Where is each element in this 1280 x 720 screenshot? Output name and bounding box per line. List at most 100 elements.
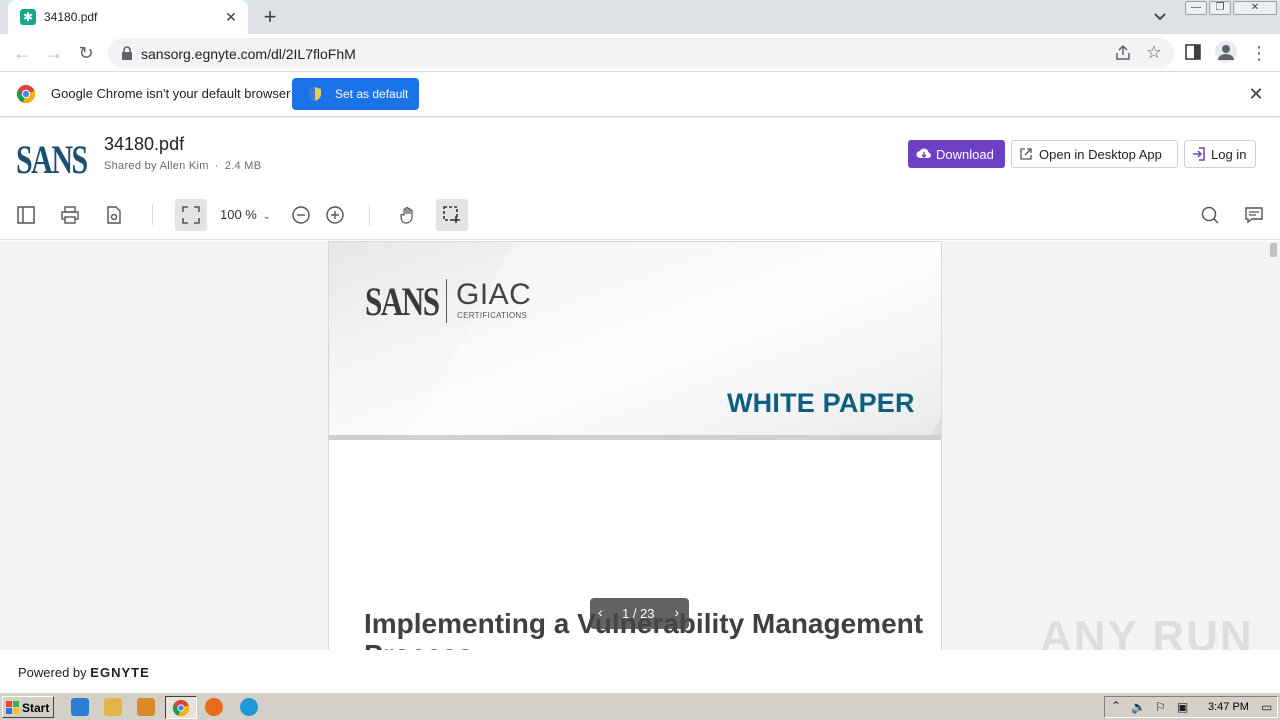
tab-strip: ✱ 34180.pdf ✕ + — ❐ ✕ (0, 0, 1280, 34)
share-icon[interactable] (1114, 44, 1132, 62)
scrollbar[interactable] (1266, 241, 1280, 650)
browser-toolbar: ← → ↻ sansorg.egnyte.com/dl/2IL7floFhM ☆… (0, 34, 1280, 72)
chrome-logo-icon (16, 85, 36, 104)
search-button[interactable] (1194, 199, 1226, 231)
viewer-toolbar: 100 % ⌄ (0, 194, 1280, 240)
giac-subtitle: CERTIFICATIONS (457, 311, 528, 320)
share-header: SANS 34180.pdf Shared by Allen Kim · 2.4 M… (0, 118, 1280, 194)
forward-button[interactable]: → (42, 41, 66, 65)
edge-icon[interactable] (240, 698, 258, 716)
print-icon (61, 206, 79, 224)
meta-separator: · (214, 160, 219, 172)
document-properties-button[interactable] (98, 199, 130, 231)
close-window-button[interactable]: ✕ (1233, 1, 1277, 15)
search-icon (1201, 206, 1219, 224)
url-text[interactable]: sansorg.egnyte.com/dl/2IL7floFhM (141, 46, 356, 62)
browser-tab[interactable]: ✱ 34180.pdf ✕ (8, 0, 248, 34)
hand-icon (400, 206, 413, 224)
zoom-level-dropdown[interactable]: 100 % ⌄ (220, 207, 271, 222)
tray-expand-icon[interactable]: ⌃ (1111, 699, 1121, 713)
comment-icon (1245, 207, 1263, 224)
previous-page-icon[interactable]: ‹ (598, 604, 603, 620)
log-in-label: Log in (1211, 147, 1247, 162)
open-in-desktop-app-button[interactable]: Open in Desktop App (1011, 140, 1178, 168)
side-panel-icon[interactable] (1184, 43, 1202, 61)
taskbar-clock[interactable]: 3:47 PM (1208, 701, 1249, 713)
select-area-button[interactable] (436, 199, 468, 231)
toolbar-divider (152, 205, 153, 225)
zoom-out-button[interactable] (285, 199, 317, 231)
network-icon[interactable]: ▣ (1177, 700, 1188, 714)
profile-avatar-icon[interactable] (1215, 41, 1237, 63)
system-tray: ⌃ 🔈 ⚐ ▣ ▭ (1104, 696, 1278, 718)
address-bar[interactable]: sansorg.egnyte.com/dl/2IL7floFhM ☆ (108, 38, 1174, 68)
powered-by: Powered by EGNYTE (18, 665, 150, 680)
sidebar-icon (17, 206, 35, 224)
infobar-message: Google Chrome isn't your default browser (51, 86, 291, 101)
firefox-icon[interactable] (205, 698, 223, 716)
zoom-in-icon (326, 206, 344, 224)
tab-close-icon[interactable]: ✕ (222, 8, 240, 26)
document-viewer[interactable]: SANS GIAC CERTIFICATIONS WHITE PAPER Imp… (0, 241, 1280, 650)
windows-taskbar: Start ⌃ 🔈 ⚐ ▣ ▭ 3:47 PM (0, 692, 1280, 720)
set-as-default-label: Set as default (335, 87, 409, 101)
set-as-default-button[interactable]: Set as default (292, 78, 419, 110)
fit-to-page-button[interactable] (175, 199, 207, 231)
action-center-flag-icon[interactable]: ⚐ (1155, 700, 1166, 714)
file-name: 34180.pdf (104, 134, 185, 154)
file-size: 2.4 MB (224, 160, 262, 172)
media-player-icon[interactable] (137, 698, 155, 716)
comments-button[interactable] (1238, 199, 1270, 231)
internet-explorer-icon[interactable] (71, 698, 89, 716)
uac-shield-icon (309, 87, 321, 101)
back-button[interactable]: ← (10, 41, 34, 65)
default-browser-infobar: Google Chrome isn't your default browser… (0, 72, 1280, 117)
login-icon (1193, 147, 1205, 161)
tab-title: 34180.pdf (44, 10, 98, 24)
zoom-in-button[interactable] (319, 199, 351, 231)
download-label: Download (936, 147, 994, 162)
chevron-down-icon: ⌄ (262, 211, 271, 222)
lock-icon[interactable] (120, 45, 134, 61)
egnyte-logo[interactable]: EGNYTE (90, 665, 149, 680)
show-desktop-icon[interactable]: ▭ (1261, 700, 1272, 714)
chrome-menu-icon[interactable]: ⋮ (1250, 41, 1268, 65)
file-explorer-icon[interactable] (104, 698, 122, 716)
volume-icon[interactable]: 🔈 (1131, 700, 1146, 714)
sans-wordmark: SANS (365, 279, 440, 324)
fit-page-icon (182, 206, 200, 224)
pan-tool-button[interactable] (392, 199, 424, 231)
shared-by-text: Shared by Allen Kim (104, 160, 209, 172)
download-button[interactable]: Download (908, 140, 1005, 168)
windows-flag-icon (6, 701, 19, 714)
sans-logo[interactable]: SANS (16, 136, 88, 183)
white-paper-label: WHITE PAPER (727, 388, 915, 418)
chrome-icon (172, 699, 190, 717)
powered-by-label: Powered by (18, 665, 87, 680)
document-settings-icon (107, 206, 121, 224)
start-button[interactable]: Start (2, 696, 54, 718)
print-button[interactable] (54, 199, 86, 231)
scrollbar-thumb[interactable] (1270, 243, 1277, 257)
restore-window-button[interactable]: ❐ (1209, 1, 1231, 15)
sidebar-toggle-button[interactable] (10, 199, 42, 231)
toolbar-divider (369, 205, 370, 225)
zoom-level-value: 100 % (220, 207, 257, 222)
bookmark-star-icon[interactable]: ☆ (1146, 42, 1162, 63)
banner-stripe (329, 435, 941, 440)
new-tab-button[interactable]: + (258, 5, 282, 29)
cover-banner: SANS GIAC CERTIFICATIONS WHITE PAPER (329, 242, 941, 440)
log-in-button[interactable]: Log in (1184, 140, 1256, 168)
external-link-icon (1020, 148, 1032, 160)
tab-search-chevron-icon[interactable] (1150, 8, 1170, 26)
next-page-icon[interactable]: › (674, 604, 679, 620)
zoom-out-icon (292, 206, 310, 224)
infobar-close-icon[interactable]: ✕ (1246, 84, 1266, 104)
footer: Powered by EGNYTE (0, 650, 1280, 692)
pdf-page[interactable]: SANS GIAC CERTIFICATIONS WHITE PAPER Imp… (328, 241, 942, 650)
page-navigator: ‹ 1 / 23 › (590, 598, 689, 629)
start-label: Start (22, 701, 50, 715)
chrome-taskbar-button[interactable] (165, 696, 197, 719)
reload-button[interactable]: ↻ (74, 41, 98, 65)
minimize-window-button[interactable]: — (1185, 1, 1207, 15)
